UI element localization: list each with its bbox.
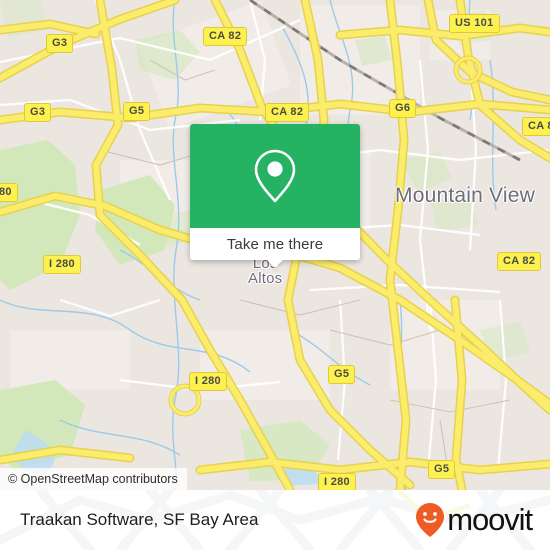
- map-pin-icon: [254, 149, 296, 203]
- take-me-there-label: Take me there: [226, 235, 324, 253]
- road-shield: I 280: [43, 255, 81, 274]
- card-header: [190, 124, 360, 228]
- card-pointer-tail: [267, 260, 283, 268]
- road-shield: I 280: [189, 372, 227, 391]
- footer-bar: Traakan Software, SF Bay Area moovit: [0, 490, 550, 550]
- moovit-logo[interactable]: moovit: [415, 502, 533, 538]
- road-shield: G3: [24, 103, 52, 122]
- screenshot-root: Mountain View Los Altos G3 CA 82 US 101 G3 G…: [0, 0, 550, 550]
- road-shield: G5: [123, 102, 151, 121]
- map-canvas[interactable]: Mountain View Los Altos G3 CA 82 US 101 G3 G…: [0, 0, 550, 490]
- road-shield: CA 8: [522, 117, 550, 136]
- road-shield: G3: [46, 34, 74, 53]
- road-shield: I 280: [318, 473, 356, 490]
- take-me-there-button[interactable]: Take me there: [190, 228, 360, 260]
- road-shield: G6: [389, 99, 417, 118]
- road-shield: CA 82: [265, 103, 310, 122]
- road-shield: G5: [428, 460, 456, 479]
- road-shield: 80: [0, 183, 18, 202]
- road-shield: US 101: [449, 14, 500, 33]
- moovit-wordmark: moovit: [447, 502, 533, 537]
- moovit-pin-icon: [416, 503, 445, 537]
- map-attribution[interactable]: © OpenStreetMap contributors: [0, 468, 187, 490]
- road-shield: CA 82: [497, 252, 542, 271]
- road-shield: G5: [328, 365, 356, 384]
- road-shield: CA 82: [203, 27, 248, 46]
- place-info-card[interactable]: Take me there: [190, 124, 360, 268]
- footer-page-title: Traakan Software, SF Bay Area: [20, 510, 259, 529]
